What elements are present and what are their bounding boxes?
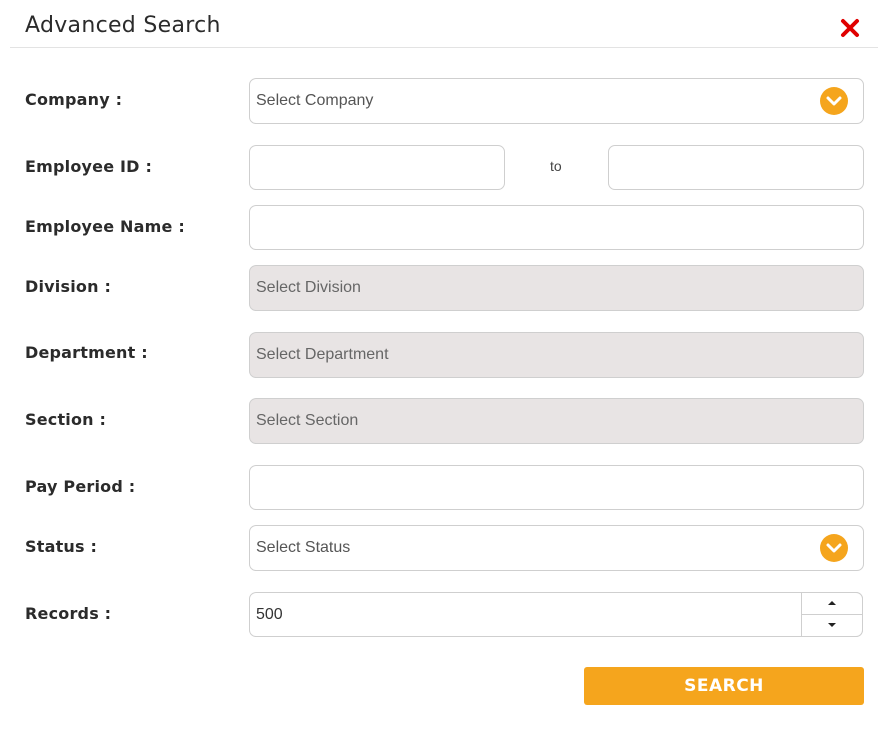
employee-name-input[interactable] — [250, 206, 863, 249]
employee-id-from-wrapper — [249, 145, 505, 190]
employee-name-label: Employee Name : — [25, 217, 185, 236]
company-select[interactable]: Select Company — [249, 78, 864, 124]
header-divider — [10, 47, 878, 48]
employee-id-range-separator: to — [550, 158, 562, 174]
division-select-value: Select Division — [256, 279, 361, 296]
pay-period-input[interactable] — [250, 466, 863, 509]
employee-name-wrapper — [249, 205, 864, 250]
records-number-field — [249, 592, 863, 637]
division-select[interactable]: Select Division — [249, 265, 864, 311]
company-label: Company : — [25, 90, 123, 109]
department-label: Department : — [25, 343, 148, 362]
employee-id-from-input[interactable] — [250, 146, 504, 189]
department-select-value: Select Department — [256, 346, 389, 363]
decrement-button[interactable] — [802, 615, 862, 637]
section-select-value: Select Section — [256, 412, 359, 429]
department-select[interactable]: Select Department — [249, 332, 864, 378]
caret-down-icon — [828, 623, 836, 628]
records-input[interactable] — [250, 593, 802, 636]
section-label: Section : — [25, 410, 107, 429]
pay-period-label: Pay Period : — [25, 477, 136, 496]
advanced-search-dialog: Advanced Search Company : Select Company… — [0, 0, 884, 729]
chevron-down-icon — [820, 87, 848, 115]
records-stepper — [801, 592, 863, 637]
chevron-down-icon — [820, 534, 848, 562]
division-label: Division : — [25, 277, 112, 296]
company-select-value: Select Company — [256, 92, 374, 109]
section-select[interactable]: Select Section — [249, 398, 864, 444]
employee-id-to-input[interactable] — [609, 146, 863, 189]
status-select-value: Select Status — [256, 539, 351, 556]
caret-up-icon — [828, 601, 836, 606]
dialog-title: Advanced Search — [25, 13, 221, 38]
pay-period-wrapper — [249, 465, 864, 510]
status-select[interactable]: Select Status — [249, 525, 864, 571]
employee-id-label: Employee ID : — [25, 157, 153, 176]
records-label: Records : — [25, 604, 112, 623]
status-label: Status : — [25, 537, 98, 556]
close-icon[interactable] — [838, 16, 862, 40]
employee-id-to-wrapper — [608, 145, 864, 190]
search-button[interactable]: SEARCH — [584, 667, 864, 705]
increment-button[interactable] — [802, 593, 862, 615]
